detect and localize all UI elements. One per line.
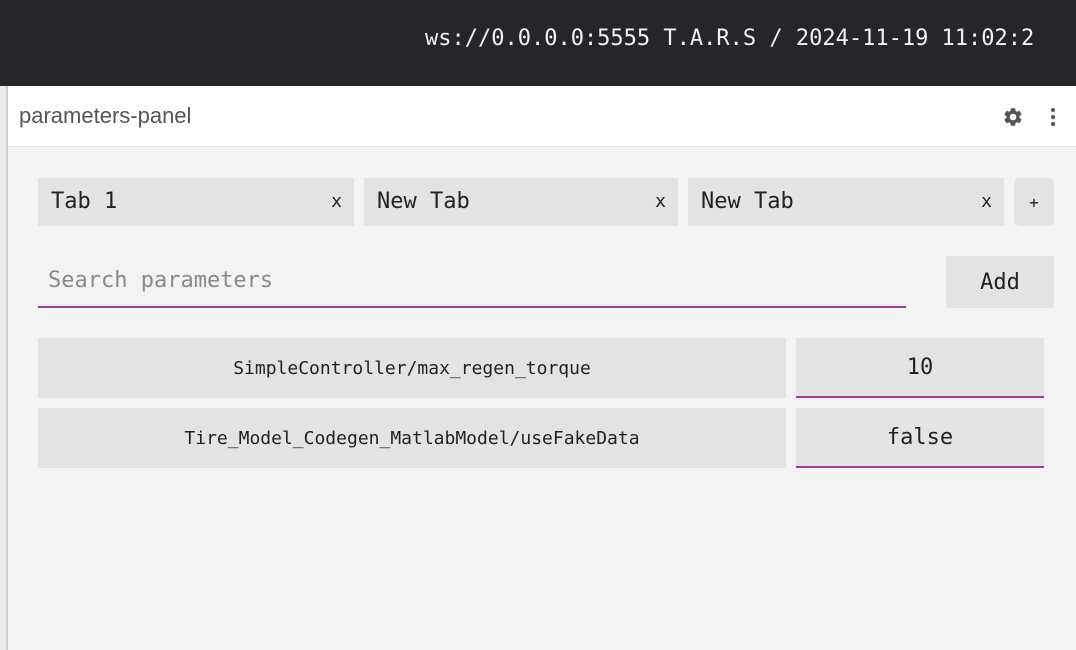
tab-close-button[interactable]: x	[331, 191, 342, 212]
add-tab-button[interactable]: +	[1014, 178, 1054, 226]
left-panel-divider[interactable]	[0, 86, 8, 650]
search-input[interactable]	[38, 256, 906, 304]
tab-close-button[interactable]: x	[655, 191, 666, 212]
panel-header-actions	[1000, 104, 1066, 130]
panel-title: parameters-panel	[19, 103, 192, 128]
tab-bar: Tab 1 x New Tab x New Tab x +	[38, 178, 1054, 226]
tab-2[interactable]: New Tab x	[364, 178, 678, 226]
parameter-name: SimpleController/max_regen_torque	[38, 338, 786, 398]
parameter-value-input[interactable]: false	[796, 408, 1044, 468]
parameter-name: Tire_Model_Codegen_MatlabModel/useFakeDa…	[38, 408, 786, 468]
gear-icon[interactable]	[1000, 104, 1026, 130]
more-vertical-icon[interactable]	[1040, 104, 1066, 130]
add-parameter-button[interactable]: Add	[946, 256, 1054, 308]
parameter-value-input[interactable]: 10	[796, 338, 1044, 398]
parameter-row: SimpleController/max_regen_torque 10	[38, 338, 1044, 398]
panel-header: parameters-panel	[8, 86, 1076, 147]
tab-close-button[interactable]: x	[981, 191, 992, 212]
parameter-row: Tire_Model_Codegen_MatlabModel/useFakeDa…	[38, 408, 1044, 468]
tab-3[interactable]: New Tab x	[688, 178, 1004, 226]
tab-label: New Tab	[701, 189, 794, 214]
tab-label: Tab 1	[51, 189, 118, 214]
connection-status-text: ws://0.0.0.0:5555 T.A.R.S / 2024-11-19 1…	[425, 26, 1035, 51]
tab-label: New Tab	[377, 189, 470, 214]
search-field	[38, 256, 906, 308]
tab-1[interactable]: Tab 1 x	[38, 178, 354, 226]
top-status-bar: ws://0.0.0.0:5555 T.A.R.S / 2024-11-19 1…	[0, 0, 1076, 86]
